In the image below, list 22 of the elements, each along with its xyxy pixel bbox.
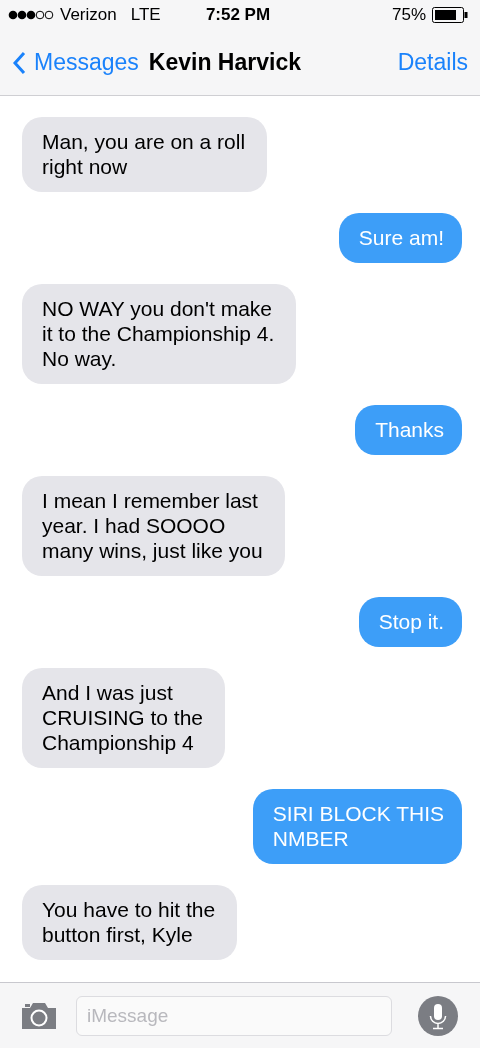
chevron-left-icon [12,50,26,75]
received-message-bubble: You have to hit the button first, Kyle [22,885,238,960]
message-input-field[interactable]: iMessage [76,995,392,1036]
sent-message-bubble: Sure am! [338,213,462,263]
back-button[interactable]: Messages [12,49,139,76]
received-message-bubble: I mean I remember last year. I had SOOOO many wins, just like you [22,476,285,576]
carrier-name: Verizon [60,5,117,25]
clock-time: 7:52 PM [205,5,271,25]
battery-icon [432,7,468,23]
received-message-bubble: And I was just CRUISING to the Championship 4 [22,668,226,768]
camera-icon[interactable] [20,1001,58,1030]
microphone-icon[interactable] [418,995,458,1036]
received-message-bubble: Man, you are on a roll right now [22,117,268,192]
sent-message-bubble: Thanks [355,405,462,455]
sent-message-bubble: SIRI BLOCK THIS NMBER [252,789,462,864]
sent-message-bubble: Stop it. [358,597,462,647]
battery-percent: 75% [391,5,426,25]
signal-icon [8,10,54,20]
network-type: LTE [130,5,161,25]
details-link[interactable]: Details [397,49,468,76]
contact-name: Kevin Harvick [148,49,302,76]
received-message-bubble: NO WAY you don't make it to the Championship 4. No way. [22,284,297,384]
